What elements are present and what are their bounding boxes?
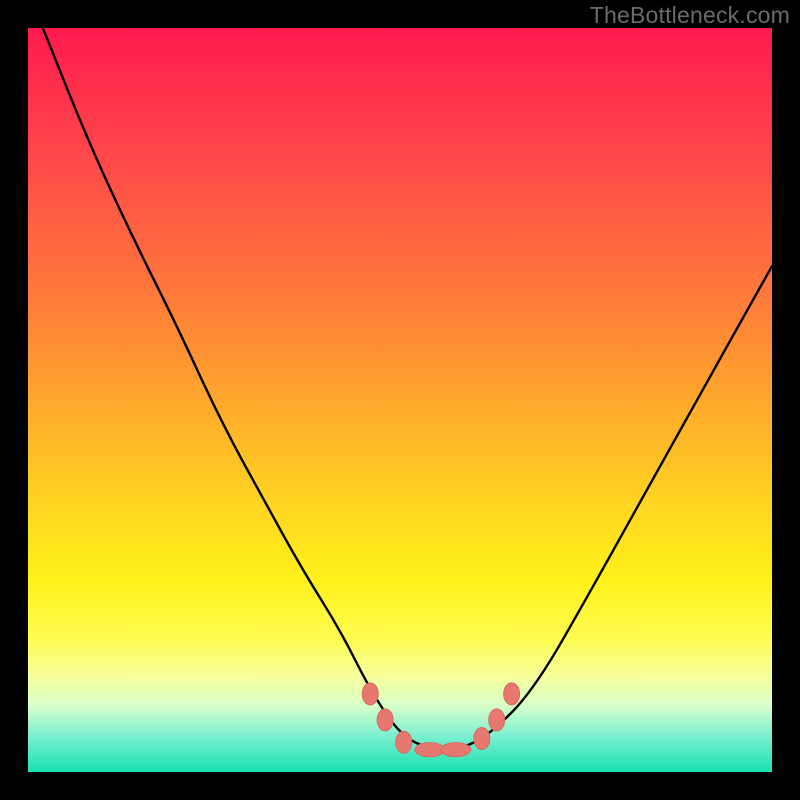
watermark-text: TheBottleneck.com xyxy=(590,2,790,29)
chart-svg xyxy=(28,28,772,772)
marker-point xyxy=(504,683,520,705)
marker-point xyxy=(415,743,445,757)
marker-group xyxy=(362,683,519,757)
marker-point xyxy=(377,709,393,731)
bottleneck-curve xyxy=(43,28,772,750)
marker-point xyxy=(489,709,505,731)
chart-frame: TheBottleneck.com xyxy=(0,0,800,800)
marker-point xyxy=(396,731,412,753)
plot-area xyxy=(28,28,772,772)
marker-point xyxy=(362,683,378,705)
marker-point xyxy=(474,728,490,750)
marker-point xyxy=(441,743,471,757)
